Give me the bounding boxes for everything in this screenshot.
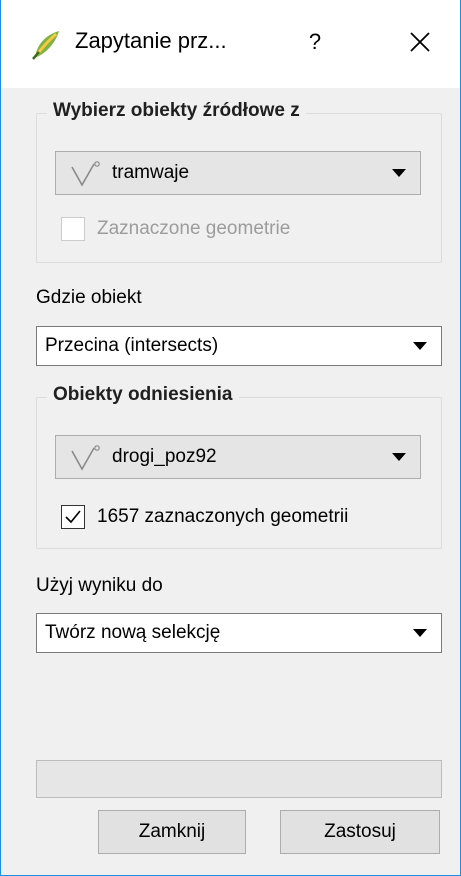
reference-selected-label: 1657 zaznaczonych geometrii (97, 506, 349, 527)
chevron-down-icon (392, 453, 406, 461)
close-icon (410, 32, 430, 52)
progress-bar (36, 760, 442, 798)
source-layer-combo[interactable]: tramwaje (55, 151, 421, 195)
chevron-down-icon (413, 629, 427, 637)
close-window-button[interactable] (395, 20, 445, 64)
chevron-down-icon (413, 342, 427, 350)
source-selected-checkbox[interactable] (61, 217, 85, 241)
result-label: Użyj wyniku do (36, 575, 163, 596)
window-title: Zapytanie prz... (75, 28, 227, 53)
close-button[interactable]: Zamknij (98, 810, 246, 854)
apply-button[interactable]: Zastosuj (280, 810, 440, 854)
source-group-title: Wybierz obiekty źródłowe z (47, 100, 306, 122)
reference-group-title: Obiekty odniesienia (47, 384, 239, 406)
reference-layer-value: drogi_poz92 (112, 446, 217, 467)
title-bar: Zapytanie prz... ? (1, 0, 460, 88)
reference-selected-checkbox[interactable] (61, 505, 85, 529)
reference-selected-checkbox-row: 1657 zaznaczonych geometrii (61, 505, 431, 529)
source-selected-label: Zaznaczone geometrie (97, 218, 291, 239)
source-selected-checkbox-row: Zaznaczone geometrie (61, 217, 381, 241)
where-label: Gdzie obiekt (36, 287, 142, 308)
result-action-combo[interactable]: Twórz nową selekcję (36, 613, 442, 653)
qgis-leaf-icon (32, 31, 59, 60)
predicate-value: Przecina (intersects) (45, 335, 219, 356)
chevron-down-icon (392, 169, 406, 177)
line-layer-icon (71, 161, 100, 187)
help-button[interactable]: ? (293, 20, 337, 64)
line-layer-icon (71, 445, 100, 471)
dialog-window: Zapytanie prz... ? Wybierz obiekty źródł… (0, 0, 461, 876)
reference-layer-combo[interactable]: drogi_poz92 (55, 435, 421, 479)
source-layer-value: tramwaje (112, 162, 190, 183)
checkmark-icon (65, 510, 81, 524)
predicate-combo[interactable]: Przecina (intersects) (36, 326, 442, 366)
result-action-value: Twórz nową selekcję (45, 622, 221, 643)
